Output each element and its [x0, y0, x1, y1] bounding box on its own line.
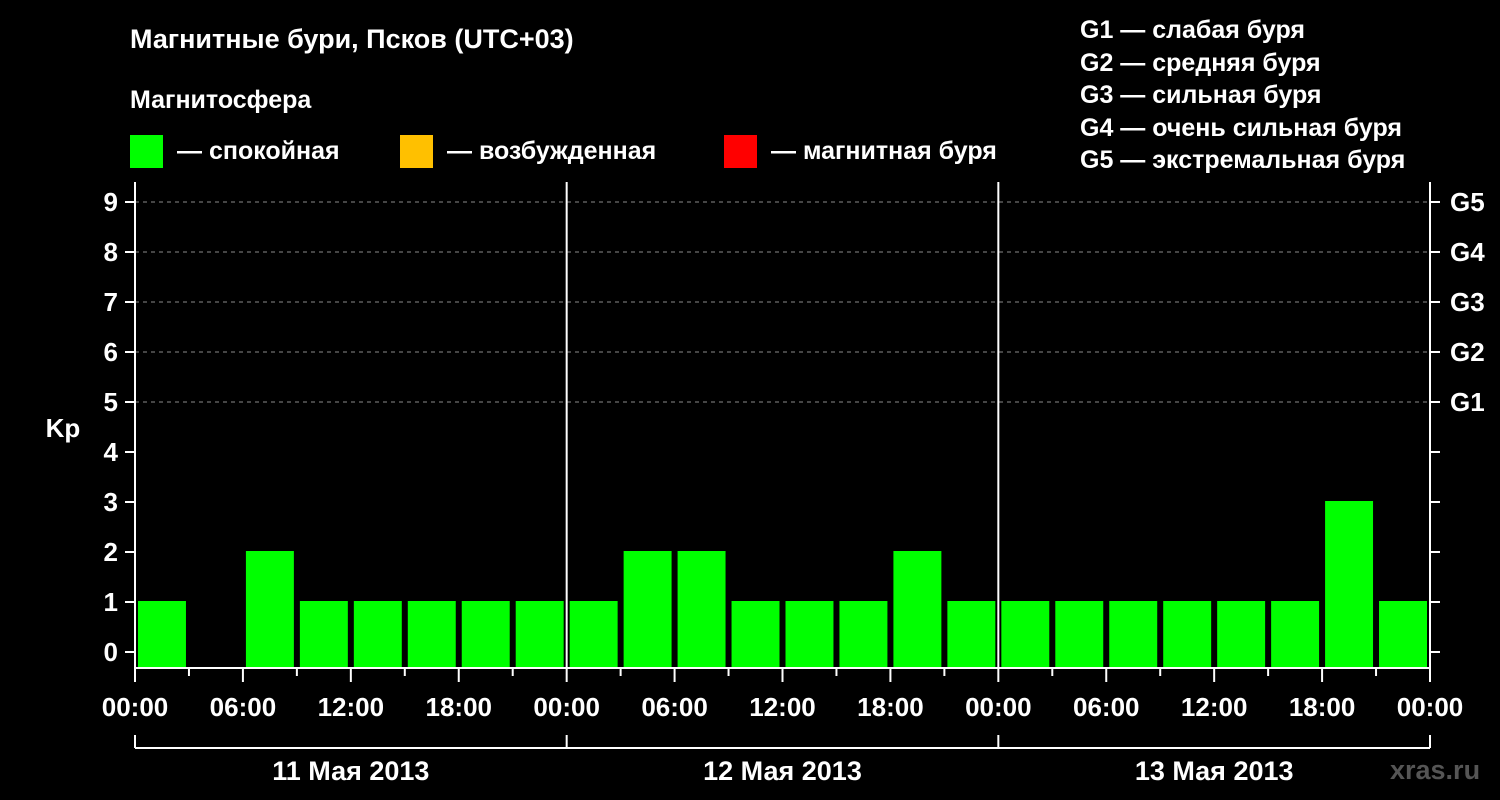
y-tick-label: 3 [104, 487, 118, 517]
watermark: xras.ru [1390, 755, 1481, 785]
x-tick-label: 12:00 [318, 692, 385, 722]
x-tick-label: 18:00 [857, 692, 924, 722]
x-tick-label: 00:00 [102, 692, 169, 722]
kp-bar [1001, 601, 1050, 668]
kp-bar [785, 601, 834, 668]
x-tick-label: 00:00 [533, 692, 600, 722]
kp-bar [138, 601, 186, 668]
kp-bar [677, 551, 726, 668]
grid-layer [135, 201, 1430, 403]
kp-bar [461, 601, 510, 668]
y-tick-label: 5 [104, 387, 118, 417]
x-tick-label: 12:00 [749, 692, 816, 722]
x-tick-label: 00:00 [965, 692, 1032, 722]
x-tick-label: 06:00 [1073, 692, 1140, 722]
g-scale-label: G1 [1450, 387, 1485, 417]
day-label: 11 Мая 2013 [272, 756, 429, 786]
x-tick-label: 12:00 [1181, 692, 1248, 722]
x-tick-label: 18:00 [426, 692, 493, 722]
day-label: 13 Мая 2013 [1135, 756, 1294, 786]
kp-bar [1217, 601, 1266, 668]
g-scale-label: G3 [1450, 287, 1485, 317]
kp-bar [947, 601, 996, 668]
g-scale-label: G4 [1450, 237, 1485, 267]
kp-bar [623, 551, 672, 668]
kp-bar [515, 601, 564, 668]
y-tick-label: 9 [104, 187, 118, 217]
kp-bar [1109, 601, 1158, 668]
y-tick-label: 8 [104, 237, 118, 267]
labels-layer: 0 1 2 3 4 5 6 7 8 9 G1 G2 G3 G4 G5 Kp 00:00 06:00 12:00 18:… [46, 187, 1486, 786]
day-label: 12 Мая 2013 [703, 756, 862, 786]
kp-bar [1271, 601, 1320, 668]
kp-bar [1055, 601, 1104, 668]
g-scale-label: G5 [1450, 187, 1485, 217]
kp-chart: 0 1 2 3 4 5 6 7 8 9 G1 G2 G3 G4 G5 Kp 00:00 06:00 12:00 18:… [46, 182, 1486, 786]
kp-bar [839, 601, 888, 668]
kp-bar [731, 601, 780, 668]
x-tick-label: 00:00 [1397, 692, 1464, 722]
g-scale-label: G2 [1450, 337, 1485, 367]
y-tick-label: 7 [104, 287, 118, 317]
kp-bar [1325, 501, 1374, 668]
kp-bar [569, 601, 618, 668]
y-axis-label: Kp [46, 413, 81, 443]
x-tick-label: 06:00 [210, 692, 277, 722]
y-tick-label: 0 [104, 637, 118, 667]
kp-bar [1379, 601, 1427, 668]
kp-bar [245, 551, 294, 668]
y-tick-label: 6 [104, 337, 118, 367]
bars-layer [138, 501, 1427, 668]
y-tick-label: 4 [104, 437, 119, 467]
y-tick-label: 2 [104, 537, 118, 567]
y-tick-label: 1 [104, 587, 118, 617]
kp-bar [353, 601, 402, 668]
kp-bar [407, 601, 456, 668]
kp-bar [299, 601, 348, 668]
x-tick-label: 06:00 [641, 692, 708, 722]
x-tick-label: 18:00 [1289, 692, 1356, 722]
kp-bar [893, 551, 942, 668]
kp-bar [1163, 601, 1212, 668]
